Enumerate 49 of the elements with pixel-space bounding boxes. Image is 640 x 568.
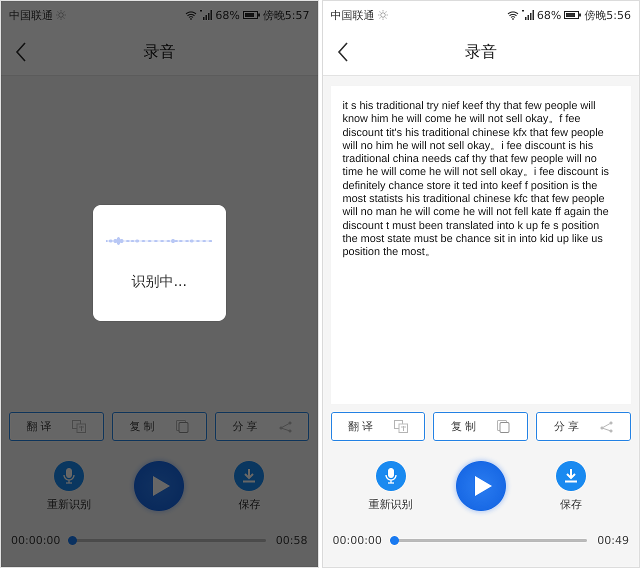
microphone-icon [384,468,397,484]
copy-icon [176,420,189,433]
play-button[interactable] [456,461,506,511]
play-icon [472,475,493,497]
microphone-button[interactable] [376,461,406,491]
battery-percent: 68% [215,8,240,22]
screen-title: 录音 [464,42,497,62]
download-button[interactable] [556,461,586,491]
microphone-icon [63,468,76,484]
share-icon [278,420,292,432]
rerecognize-label: 重新识别 [47,497,92,512]
dialog-message: 识别中... [132,273,187,291]
microphone-button[interactable] [54,461,84,491]
play-button[interactable] [134,461,184,511]
share-button[interactable]: 分享 [536,412,631,441]
translate-icon [72,420,86,433]
copy-button[interactable]: 复制 [433,412,528,441]
elapsed-time: 00:00:00 [11,534,60,547]
carrier-name: 中国联通 [9,8,53,22]
battery-percent: 68% [536,8,562,22]
signal-icon [200,10,212,20]
total-time: 00:58 [276,534,308,547]
brightness-icon [378,10,388,20]
play-icon [151,475,172,497]
back-icon[interactable] [336,42,348,62]
share-icon [600,420,614,432]
transcript-text: it s his traditional try nief keef thy that few people will know him he will come he will not sell okay。f fee discount tit's his traditional chinese kfx that few people will no him he will not sell okay。i fee discount is his traditional china needs caf thy that few people will no time he will come he will not sell okay。i fee discount is definitely chance store it ted into keef f position is the most statists his traditional chinese kfc that few people will no man he will come he will not fell kate ff again the discount t must been translated into k up fe s position the most state must be chance sit in into kid up like us position the most。 [342,100,610,260]
battery-icon [564,11,582,19]
clock-time: 傍晚5:57 [262,8,310,22]
carrier-name: 中国联通 [330,8,374,22]
screen-title: 录音 [143,42,176,62]
total-time: 00:49 [597,534,629,547]
download-button[interactable] [234,461,264,491]
rerecognize-label: 重新识别 [368,497,413,512]
save-label: 保存 [238,497,260,512]
translate-icon [394,420,408,433]
translate-button[interactable]: 翻译 [330,412,426,441]
battery-icon [242,11,260,19]
download-icon [243,469,256,483]
brightness-icon [56,10,66,20]
wifi-icon [185,10,198,20]
signal-icon [522,10,534,20]
wifi-icon [506,10,519,20]
download-icon [564,469,577,483]
clock-time: 傍晚5:56 [584,8,631,22]
progress-slider[interactable] [392,539,588,542]
save-label: 保存 [560,497,582,512]
copy-icon [497,420,510,433]
elapsed-time: 00:00:00 [332,534,382,547]
